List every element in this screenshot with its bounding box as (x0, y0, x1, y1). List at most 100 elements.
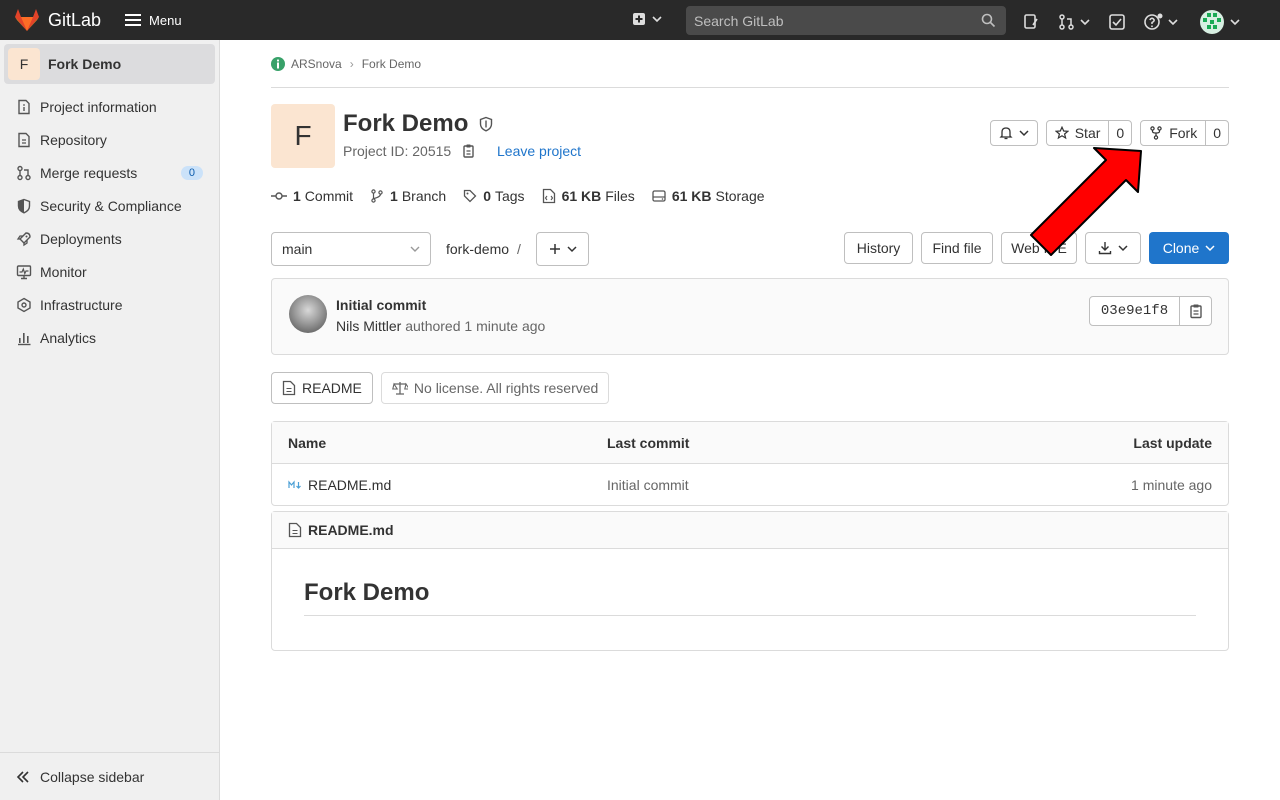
sidebar-item-deployments[interactable]: Deployments (0, 222, 219, 255)
sidebar-project-link[interactable]: F Fork Demo (4, 44, 215, 84)
commit-author-link[interactable]: Nils Mittler (336, 318, 401, 334)
todos-button[interactable] (1108, 13, 1126, 31)
sidebar-item-label: Merge requests (40, 164, 138, 181)
star-count[interactable]: 0 (1108, 121, 1131, 145)
branch-selector[interactable]: main (271, 232, 431, 266)
commit-sha[interactable]: 03e9e1f8 (1089, 296, 1180, 326)
readme-panel: README.md Fork Demo (271, 511, 1229, 651)
readme-heading: Fork Demo (304, 579, 1196, 616)
search-box[interactable] (686, 6, 1006, 35)
branches-count: 1 (390, 188, 398, 204)
clone-button[interactable]: Clone (1149, 232, 1229, 264)
monitor-icon (16, 264, 32, 279)
new-dropdown-button[interactable] (632, 12, 662, 26)
menu-button[interactable]: Menu (125, 13, 182, 28)
commit-title-link[interactable]: Initial commit (336, 297, 426, 313)
leave-project-link[interactable]: Leave project (497, 143, 581, 159)
history-button[interactable]: History (844, 232, 913, 264)
find-file-button[interactable]: Find file (921, 232, 993, 264)
commits-count: 1 (293, 188, 301, 204)
commit-icon (271, 192, 287, 200)
license-button[interactable]: No license. All rights reserved (380, 372, 610, 404)
download-dropdown-button[interactable] (1085, 232, 1141, 264)
issues-button[interactable] (1022, 13, 1040, 31)
breadcrumb-project-link[interactable]: Fork Demo (362, 57, 421, 71)
storage-label: Storage (715, 188, 765, 204)
fork-count[interactable]: 0 (1205, 121, 1228, 145)
tags-count: 0 (483, 188, 491, 204)
rocket-icon (16, 231, 31, 246)
file-last-commit-link[interactable]: Initial commit (607, 477, 689, 493)
doc-icon (282, 380, 296, 396)
collapse-sidebar-button[interactable]: Collapse sidebar (0, 752, 219, 800)
sidebar-item-label: Project information (40, 98, 157, 115)
fork-button[interactable]: Fork 0 (1140, 120, 1229, 146)
col-last-commit-header: Last commit (607, 435, 690, 451)
tags-stat[interactable]: 0 Tags (463, 188, 525, 204)
files-label: Files (605, 188, 635, 204)
add-to-tree-button[interactable] (536, 232, 589, 266)
gitlab-brand-text: GitLab (48, 9, 102, 30)
todo-check-icon (1109, 14, 1125, 30)
merge-requests-button[interactable] (1058, 13, 1090, 31)
copy-sha-button[interactable] (1179, 296, 1212, 326)
sidebar-item-security-compliance[interactable]: Security & Compliance (0, 189, 219, 222)
help-button[interactable] (1144, 13, 1178, 31)
branches-stat[interactable]: 1 Branch (370, 188, 446, 204)
sidebar-item-analytics[interactable]: Analytics (0, 321, 219, 354)
sidebar-item-infrastructure[interactable]: Infrastructure (0, 288, 219, 321)
star-icon (1054, 126, 1069, 140)
sidebar-item-repository[interactable]: Repository (0, 123, 219, 156)
files-stat[interactable]: 61 KB Files (542, 188, 635, 204)
commits-stat[interactable]: 1 Commit (271, 188, 353, 204)
branch-name: main (282, 241, 313, 257)
fork-label: Fork (1169, 125, 1198, 141)
issues-icon (1024, 14, 1038, 29)
chevron-down-icon (566, 246, 577, 253)
sidebar-item-monitor[interactable]: Monitor (0, 255, 219, 288)
file-name-cell[interactable]: README.md (288, 477, 391, 493)
chevron-down-icon (410, 246, 420, 252)
col-name-header: Name (288, 435, 327, 451)
breadcrumb-group-link[interactable]: ARSnova (291, 57, 342, 71)
web-ide-button[interactable]: Web IDE (1001, 232, 1077, 264)
chart-icon (18, 332, 31, 345)
chevron-right-icon: › (349, 56, 354, 71)
col-last-update-header: Last update (1133, 435, 1212, 451)
plus-square-icon (633, 13, 645, 25)
doc-icon (18, 132, 30, 147)
search-input[interactable] (694, 12, 974, 29)
star-button[interactable]: Star 0 (1045, 120, 1133, 146)
copy-icon[interactable] (461, 143, 477, 159)
repo-path-link[interactable]: fork-demo (446, 241, 509, 257)
sidebar-item-merge-requests[interactable]: Merge requests 0 (0, 156, 219, 189)
readme-button-label: README (302, 380, 362, 396)
project-title-text: Fork Demo (343, 110, 469, 137)
notification-dropdown-button[interactable] (989, 120, 1038, 146)
sidebar-item-project-information[interactable]: Project information (0, 90, 219, 123)
table-row[interactable]: README.md Initial commit 1 minute ago (272, 464, 1228, 505)
commit-author-avatar[interactable] (289, 295, 327, 333)
file-code-icon (542, 188, 555, 204)
commit-time: authored 1 minute ago (405, 318, 546, 334)
menu-label: Menu (149, 12, 182, 28)
plus-icon (549, 244, 560, 254)
double-chevron-left-icon (16, 770, 29, 783)
storage-stat[interactable]: 61 KB Storage (652, 188, 765, 204)
files-size: 61 KB (561, 188, 602, 204)
user-menu-button[interactable] (1200, 10, 1240, 34)
visibility-shield-icon (480, 116, 493, 132)
readme-button[interactable]: README (271, 372, 373, 404)
scale-icon (392, 382, 408, 395)
repo-path: fork-demo / (446, 241, 521, 257)
file-name-link[interactable]: README.md (308, 477, 391, 493)
sidebar: F Fork Demo Project information Reposito… (0, 40, 220, 800)
commits-label: Commit (304, 188, 354, 204)
project-id-text: Project ID: 20515 (343, 143, 452, 159)
readme-filename-link[interactable]: README.md (308, 522, 394, 538)
path-separator: / (517, 241, 521, 257)
chevron-down-icon (1205, 245, 1215, 252)
project-id: Project ID: 20515 (343, 143, 477, 159)
file-tree-table: Name Last commit Last update README.md I… (271, 421, 1229, 506)
gitlab-home-link[interactable]: GitLab (14, 8, 101, 32)
